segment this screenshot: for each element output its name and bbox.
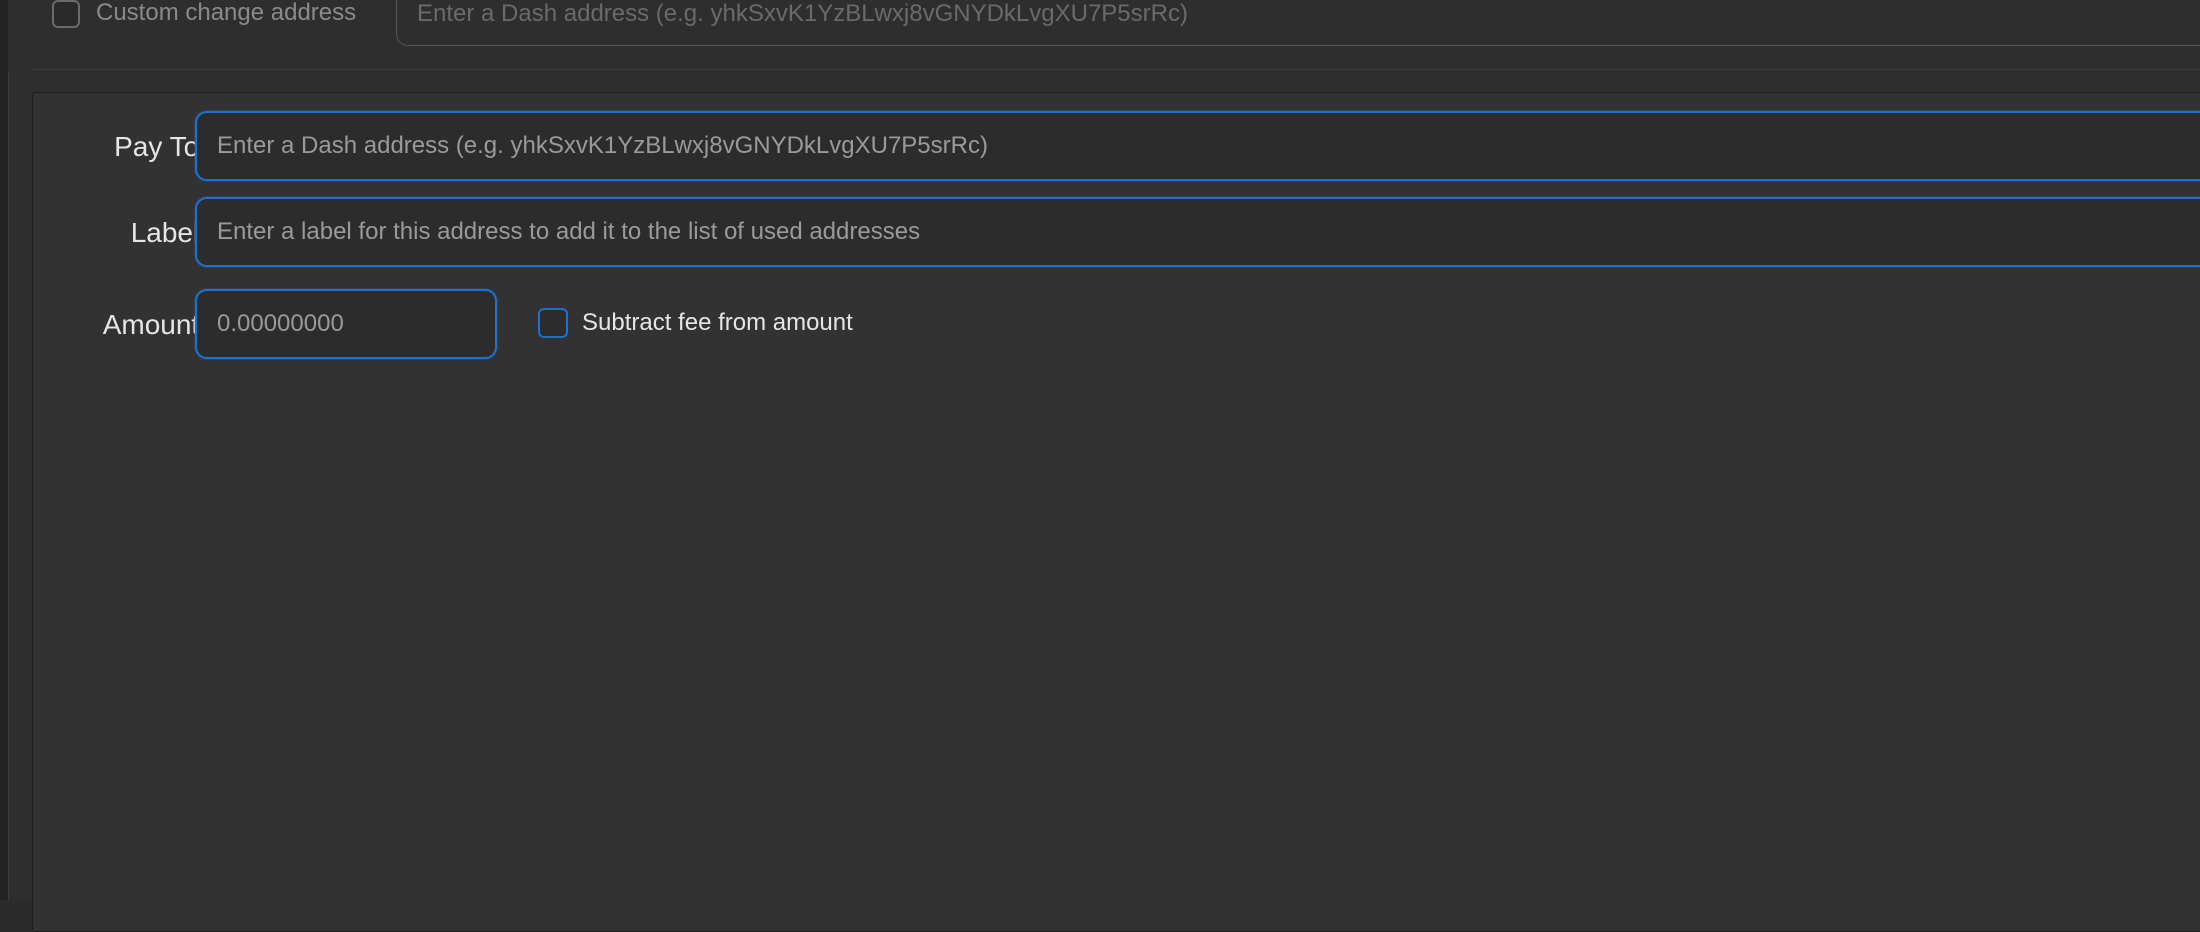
- recipient-entry-panel: Pay To: Label: Amount:: [32, 92, 2200, 932]
- custom-change-address-checkbox[interactable]: [52, 0, 80, 28]
- section-divider: [32, 69, 2200, 70]
- pay-to-label: Pay To:: [114, 131, 207, 162]
- pay-to-input[interactable]: [195, 111, 2200, 181]
- subtract-fee-checkbox[interactable]: [538, 308, 568, 338]
- custom-change-address-input[interactable]: Enter a Dash address (e.g. yhkSxvK1YzBLw…: [396, 0, 2200, 46]
- custom-change-address-row: Custom change address Enter a Dash addre…: [8, 0, 2200, 70]
- custom-change-address-label[interactable]: Custom change address: [96, 0, 356, 28]
- amount-input[interactable]: [195, 289, 497, 359]
- label-input[interactable]: [195, 197, 2200, 267]
- amount-label: Amount:: [102, 309, 207, 340]
- send-coins-window: Custom change address Enter a Dash addre…: [0, 0, 2200, 932]
- subtract-fee-label[interactable]: Subtract fee from amount: [582, 307, 853, 339]
- label-field-label: Label:: [130, 217, 207, 248]
- window-left-edge: [0, 0, 9, 900]
